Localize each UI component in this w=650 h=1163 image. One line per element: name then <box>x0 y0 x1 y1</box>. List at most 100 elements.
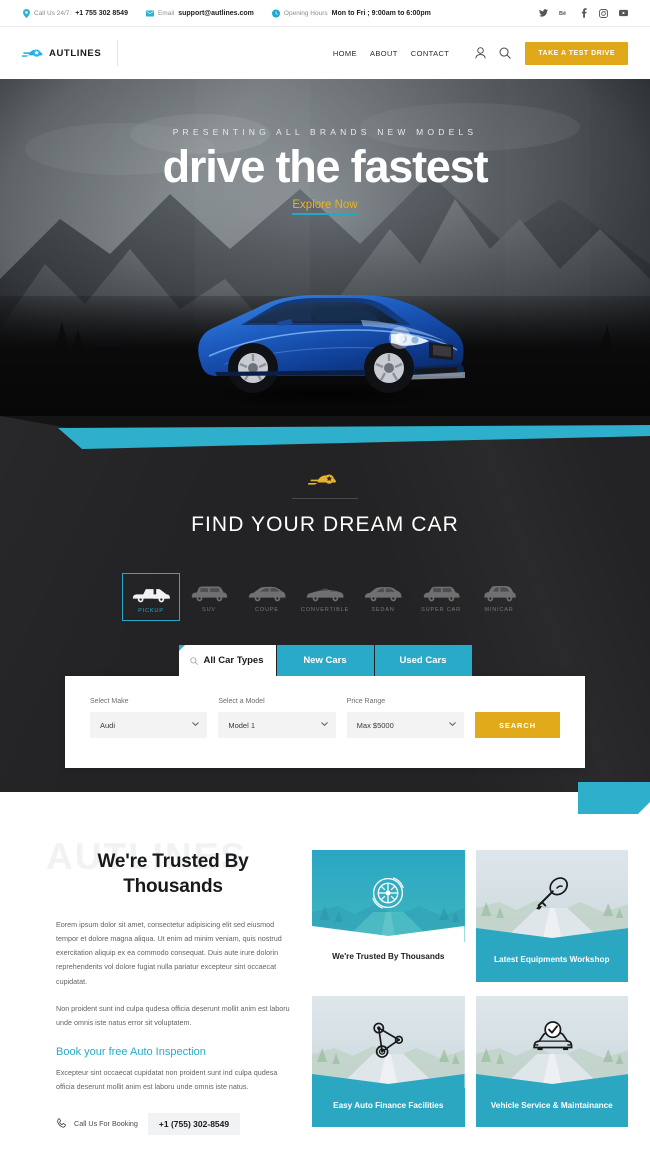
card-image <box>475 850 628 942</box>
select-model-label: Select a Model <box>218 698 265 705</box>
badge-divider <box>292 498 358 499</box>
card-title: Latest Equipments Workshop <box>475 942 628 982</box>
search-icon <box>190 656 199 665</box>
service-card-vehicle-service[interactable]: Vehicle Service & Maintainance <box>475 995 628 1128</box>
car-type-super-car[interactable]: SUPER CAR <box>412 573 470 621</box>
user-icon[interactable] <box>474 47 487 60</box>
field-select-make: Select Make Audi <box>90 698 208 738</box>
car-type-label: CONVERTIBLE <box>300 607 350 613</box>
card-clip-shape <box>312 1072 465 1088</box>
select-model-dropdown[interactable]: Model 1 <box>218 712 336 738</box>
site-header: AUTLINES HOME ABOUT CONTACT TAKE A TEST … <box>0 27 650 79</box>
hero-banner: PRESENTING ALL BRANDS NEW MODELS drive t… <box>0 79 650 416</box>
tab-new-cars[interactable]: New Cars <box>276 645 374 676</box>
car-type-pickup[interactable]: PICKUP <box>122 573 180 621</box>
behance-icon[interactable]: Bē <box>559 9 568 18</box>
tab-used-cars[interactable]: Used Cars <box>374 645 472 676</box>
trusted-paragraph-1: Eorem ipsum dolor sit amet, consectetur … <box>56 920 282 986</box>
envelope-icon <box>145 9 154 17</box>
tab-label: Used Cars <box>399 655 447 666</box>
nav-item-home[interactable]: HOME <box>333 49 357 58</box>
finder-bottom-spacer <box>0 768 650 814</box>
trusted-section: AUTLINES We're Trusted By Thousands Eore… <box>0 792 650 1163</box>
hero-car-image <box>165 268 485 408</box>
card-clip-shape <box>312 926 465 942</box>
search-submit-button[interactable]: SEARCH <box>474 712 560 738</box>
trusted-paragraph-2: Non proident sunt ind culpa qudesa offic… <box>56 1003 290 1027</box>
topbar-contact-list: Call Us 24/7: +1 755 302 8549 Email supp… <box>22 8 431 18</box>
price-range-label: Price Range <box>346 698 386 705</box>
topbar-email-value: support@autlines.com <box>178 9 254 17</box>
topbar-email[interactable]: Email support@autlines.com <box>145 9 254 17</box>
card-image <box>312 850 465 942</box>
minicar-icon <box>470 579 528 602</box>
topbar-hours-value: Mon to Fri ; 9:00am to 6:00pm <box>331 9 431 17</box>
service-card-latest-equipments[interactable]: Latest Equipments Workshop <box>475 850 628 982</box>
sedan-icon <box>354 579 412 602</box>
car-type-label: SUPER CAR <box>421 607 461 613</box>
booking-subheading: Book your free Auto Inspection <box>56 1045 206 1058</box>
hero-title: drive the fastest <box>162 141 489 192</box>
car-type-convertible[interactable]: CONVERTIBLE <box>296 573 354 621</box>
nav-item-contact[interactable]: CONTACT <box>411 49 450 58</box>
brand-logo[interactable]: AUTLINES <box>22 40 119 66</box>
search-icon[interactable] <box>498 47 511 60</box>
pickup-truck-icon <box>123 580 179 603</box>
select-model-wrapper: Model 1 <box>218 712 336 738</box>
explore-now-link[interactable]: Explore Now <box>292 199 358 216</box>
suv-icon <box>180 579 238 602</box>
youtube-icon[interactable] <box>619 9 628 18</box>
car-key-icon <box>532 873 572 913</box>
field-select-model: Select a Model Model 1 <box>218 698 336 738</box>
tab-all-car-types[interactable]: All Car Types <box>178 645 276 676</box>
car-type-sedan[interactable]: SEDAN <box>354 573 412 621</box>
belt-pulley-icon <box>367 1018 409 1060</box>
coupe-icon <box>238 579 296 602</box>
topbar-hours: Opening Hours Mon to Fri ; 9:00am to 6:0… <box>271 9 431 17</box>
header-icon-group <box>474 47 511 60</box>
price-range-dropdown[interactable]: Max $5000 <box>346 712 464 738</box>
finder-title: FIND YOUR DREAM CAR <box>191 513 459 536</box>
hero-content: PRESENTING ALL BRANDS NEW MODELS drive t… <box>0 79 650 216</box>
trusted-text-column: AUTLINES We're Trusted By Thousands Eore… <box>22 836 290 1135</box>
twitter-icon[interactable] <box>539 9 548 18</box>
select-make-label: Select Make <box>90 698 129 705</box>
topbar-email-label: Email <box>157 9 175 17</box>
facebook-icon[interactable] <box>579 8 588 18</box>
nav-item-about[interactable]: ABOUT <box>370 49 398 58</box>
car-type-selector: PICKUP SUV COUPE CONVERTIBLE SEDAN SUPER… <box>0 573 650 621</box>
autlines-logo-icon <box>22 47 44 60</box>
car-type-label: SUV <box>202 607 216 613</box>
main-nav: HOME ABOUT CONTACT <box>333 47 511 60</box>
service-card-auto-finance[interactable]: Easy Auto Finance Facilities <box>312 995 465 1128</box>
call-booking-number[interactable]: +1 (755) 302-8549 <box>147 1112 241 1135</box>
car-type-minicar[interactable]: MINICAR <box>470 573 528 621</box>
location-pin-icon <box>22 8 30 18</box>
card-clip-shape <box>475 1072 628 1088</box>
call-booking-block: Call Us For Booking +1 (755) 302-8549 <box>56 1112 290 1135</box>
social-links: Bē <box>539 8 628 18</box>
tab-label: New Cars <box>303 655 347 666</box>
hero-kicker: PRESENTING ALL BRANDS NEW MODELS <box>172 127 478 137</box>
tire-wheel-icon <box>366 871 410 915</box>
car-type-label: COUPE <box>255 607 279 613</box>
car-type-coupe[interactable]: COUPE <box>238 573 296 621</box>
take-test-drive-button[interactable]: TAKE A TEST DRIVE <box>525 41 628 65</box>
select-make-dropdown[interactable]: Audi <box>90 712 208 738</box>
car-type-label: MINICAR <box>484 607 514 613</box>
car-type-suv[interactable]: SUV <box>180 573 238 621</box>
card-title: Vehicle Service & Maintainance <box>475 1087 628 1128</box>
phone-icon <box>56 1118 67 1129</box>
instagram-icon[interactable] <box>599 8 608 18</box>
teal-diagonal-band <box>0 416 650 462</box>
field-price-range: Price Range Max $5000 <box>346 698 464 738</box>
select-make-wrapper: Audi <box>90 712 208 738</box>
car-check-icon <box>529 1020 575 1058</box>
card-image <box>312 995 465 1088</box>
search-tabs: All Car Types New Cars Used Cars <box>0 645 650 676</box>
service-card-trusted[interactable]: We're Trusted By Thousands <box>312 850 465 982</box>
topbar-phone[interactable]: Call Us 24/7: +1 755 302 8549 <box>22 8 128 18</box>
top-bar: Call Us 24/7: +1 755 302 8549 Email supp… <box>0 0 650 27</box>
search-fields: Select Make Audi Select a Model Model 1 <box>90 698 560 738</box>
tab-label: All Car Types <box>203 655 264 666</box>
